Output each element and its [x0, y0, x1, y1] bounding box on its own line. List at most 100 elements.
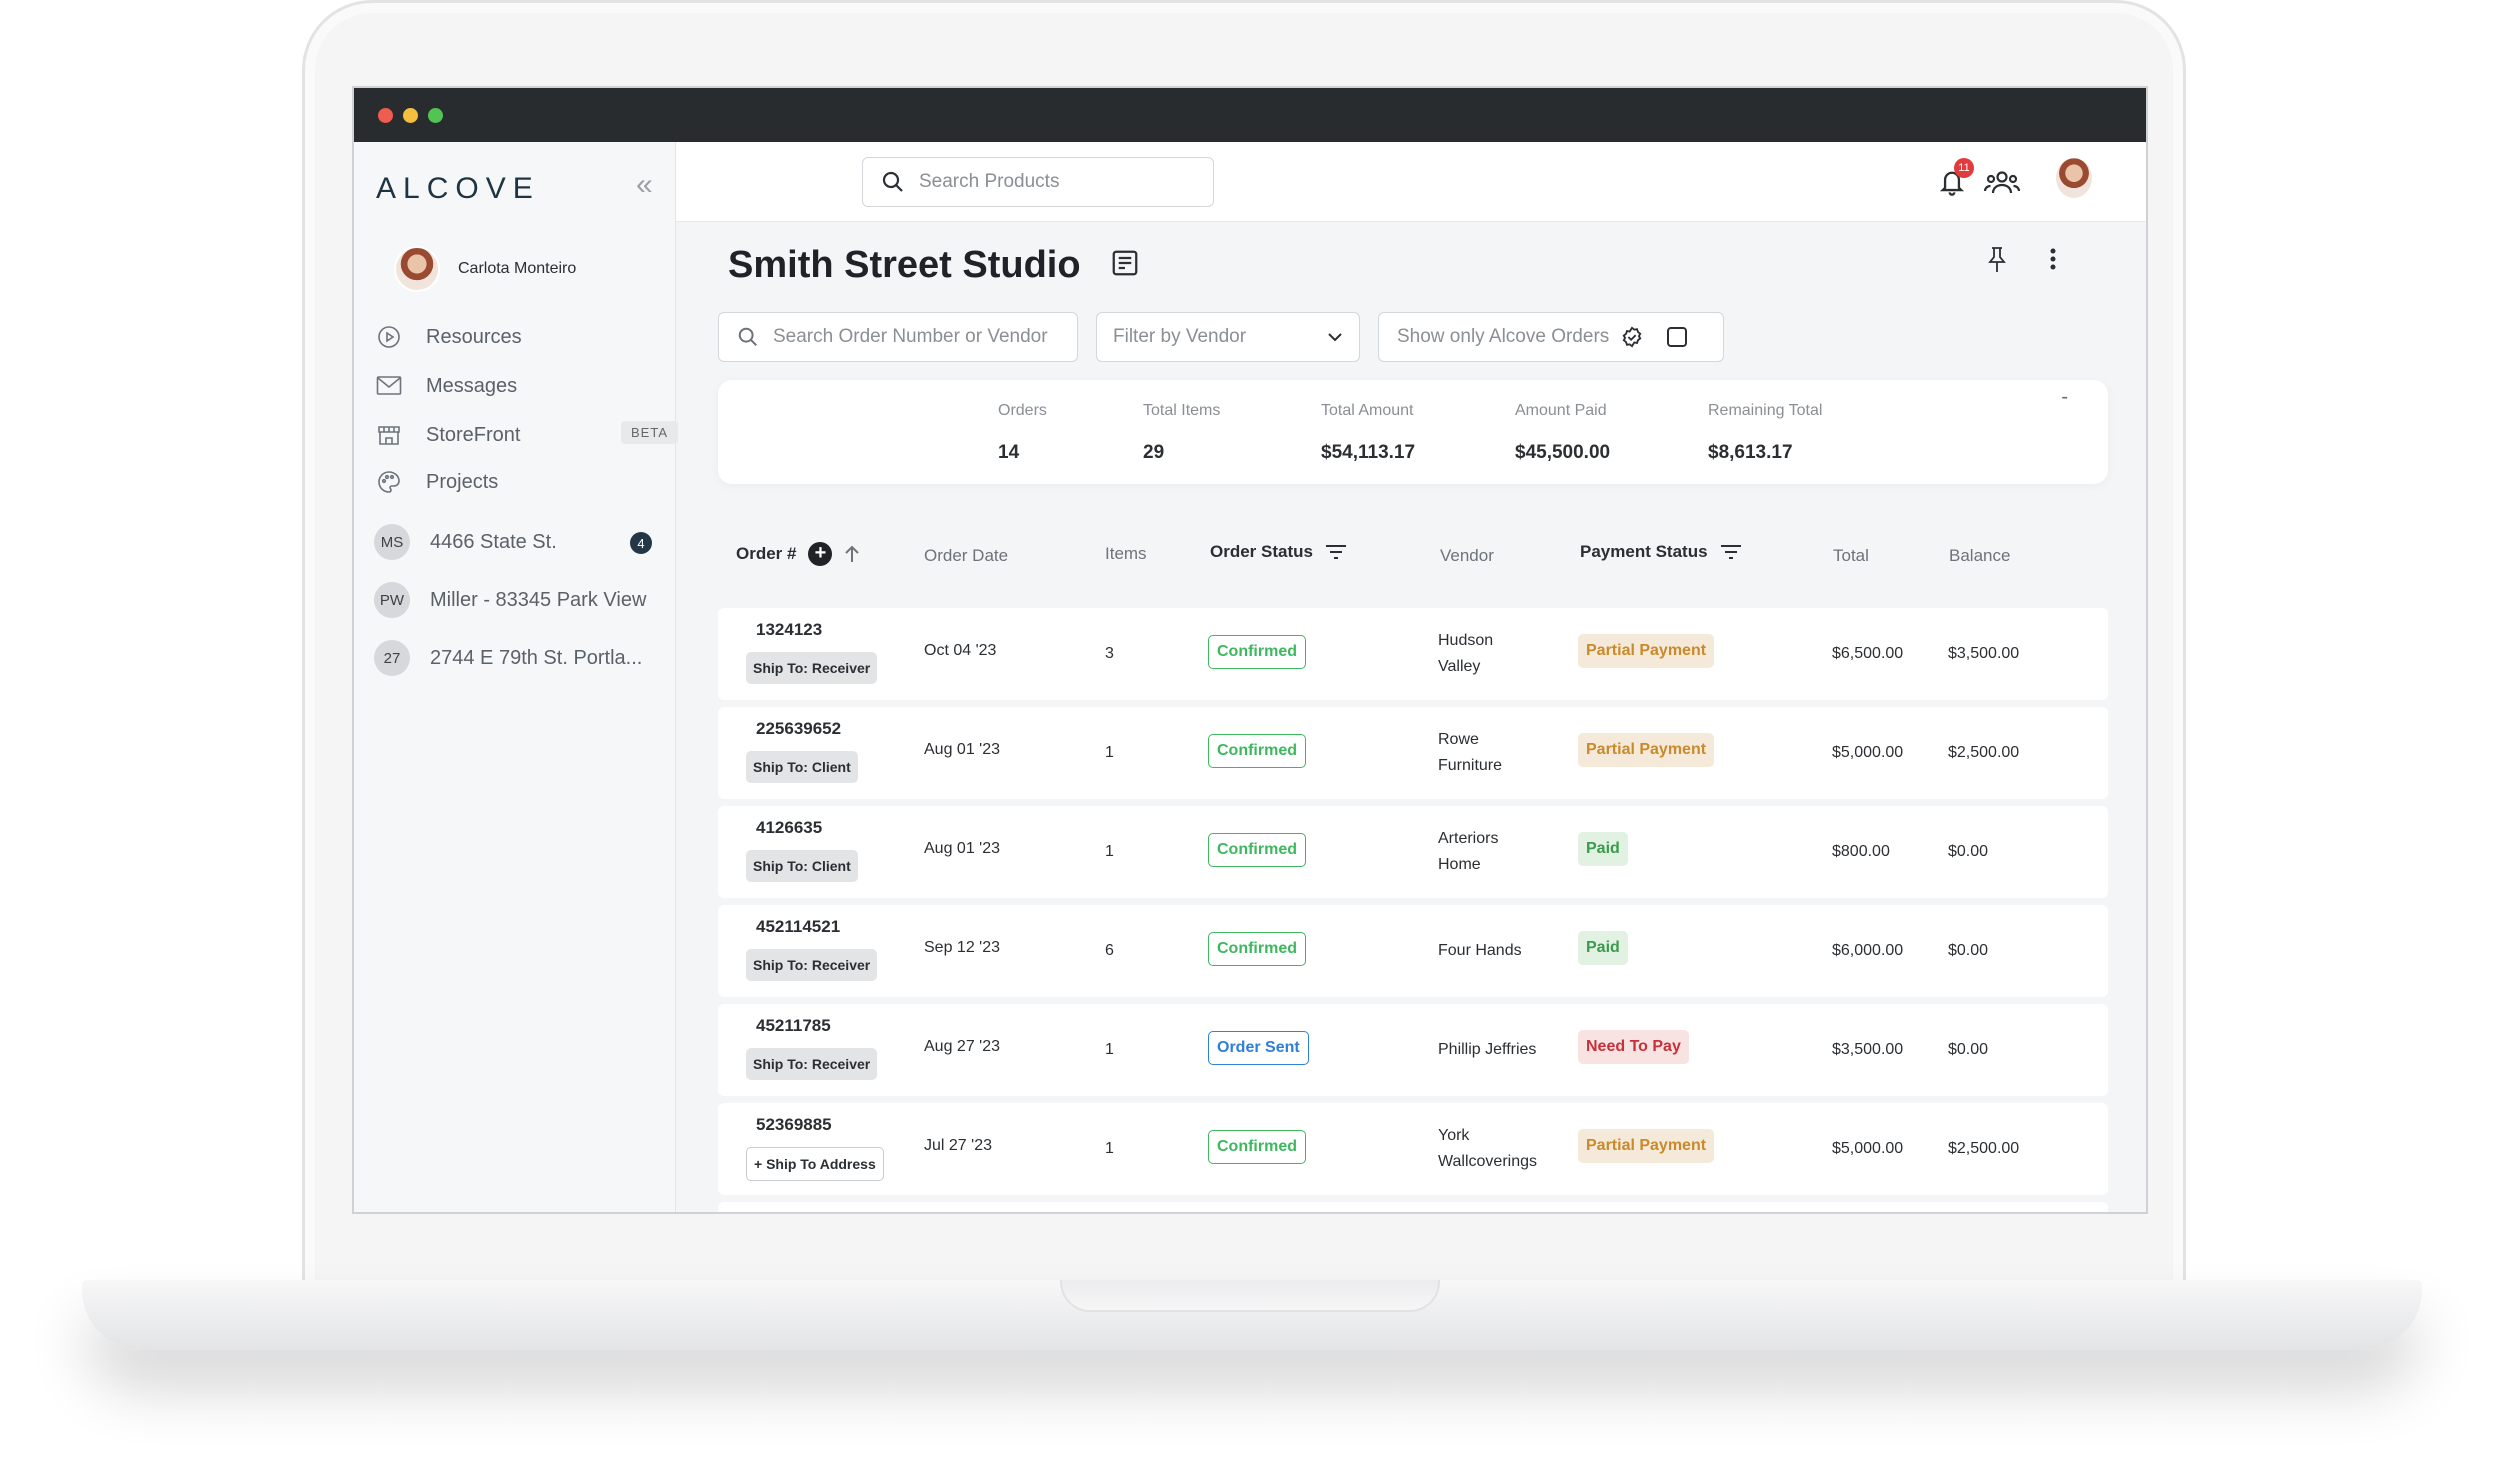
payment-status-badge: Paid — [1578, 931, 1628, 965]
project-count-badge: 4 — [630, 532, 652, 554]
order-status-badge: Confirmed — [1208, 932, 1306, 966]
order-date: Oct 04 '23 — [924, 642, 997, 659]
summary-amount-paid: Amount Paid $45,500.00 — [1515, 402, 1611, 463]
laptop-notch — [1060, 1280, 1440, 1312]
vendor-name: Rowe Furniture — [1438, 731, 1503, 774]
ship-to-tag[interactable]: Ship To: Client — [746, 850, 858, 882]
order-total: $5,000.00 — [1832, 1140, 1904, 1157]
sort-arrow-up-icon[interactable] — [844, 545, 860, 563]
order-search-input[interactable] — [773, 326, 1073, 348]
user-profile[interactable]: Carlota Monteiro — [394, 246, 576, 292]
sidebar-project-item[interactable]: PW Miller - 83345 Park View — [374, 582, 646, 618]
notes-icon[interactable] — [1110, 248, 1140, 283]
alcove-orders-toggle[interactable]: Show only Alcove Orders — [1378, 312, 1724, 362]
sidebar-item-resources[interactable]: Resources — [376, 324, 522, 350]
summary-remaining-total: Remaining Total $8,613.17 — [1708, 402, 1823, 463]
order-status-badge: Order Sent — [1208, 1031, 1309, 1065]
alcove-orders-checkbox[interactable] — [1667, 327, 1688, 347]
sidebar-item-messages[interactable]: Messages — [376, 373, 517, 399]
order-date: Aug 01 '23 — [924, 741, 1001, 758]
sidebar: ALCOVE « Carlota Monteiro Resources Mess… — [354, 142, 678, 1212]
vendor-name: York Wallcoverings — [1438, 1127, 1537, 1170]
vendor-name: Four Hands — [1438, 942, 1522, 959]
order-status-badge: Confirmed — [1208, 734, 1306, 768]
more-vertical-icon[interactable] — [2048, 246, 2058, 277]
order-number[interactable]: 45211785 — [756, 1016, 831, 1036]
project-initials: 27 — [374, 640, 410, 676]
order-number[interactable]: 1324123 — [756, 620, 822, 640]
storefront-icon — [376, 422, 402, 448]
table-row[interactable]: 4126635 Ship To: Client Aug 01 '23 1 Con… — [718, 806, 2108, 898]
sidebar-item-label: Resources — [426, 325, 522, 348]
sidebar-project-item[interactable]: MS 4466 State St. — [374, 524, 557, 560]
column-order-status[interactable]: Order Status — [1210, 542, 1347, 562]
user-name: Carlota Monteiro — [458, 260, 577, 277]
sidebar-item-projects[interactable]: Projects — [376, 469, 498, 495]
alcove-logo[interactable]: ALCOVE — [376, 172, 540, 206]
payment-status-badge: Partial Payment — [1578, 1129, 1715, 1163]
order-date: Aug 01 '23 — [924, 840, 1001, 857]
ship-to-tag[interactable]: Ship To: Receiver — [746, 1048, 878, 1080]
column-balance[interactable]: Balance — [1949, 546, 2010, 566]
order-total: $800.00 — [1832, 843, 1890, 860]
account-menu[interactable] — [2054, 156, 2094, 200]
product-search[interactable] — [862, 157, 1214, 207]
sidebar-item-storefront[interactable]: StoreFront BETA — [376, 421, 678, 448]
team-icon — [1984, 171, 2020, 194]
app-window: ALCOVE « Carlota Monteiro Resources Mess… — [352, 86, 2148, 1214]
close-window-dot[interactable] — [378, 107, 393, 123]
search-icon — [882, 171, 903, 192]
order-number[interactable]: 52369885 — [756, 1115, 832, 1135]
sidebar-project-item[interactable]: 27 2744 E 79th St. Portla... — [374, 640, 642, 676]
order-number[interactable]: 225639652 — [756, 719, 841, 739]
order-items: 1 — [1105, 843, 1114, 860]
order-items: 1 — [1105, 1140, 1114, 1157]
order-total: $6,500.00 — [1832, 645, 1904, 662]
column-payment-status[interactable]: Payment Status — [1580, 542, 1742, 562]
avatar — [394, 246, 440, 292]
ship-to-tag[interactable]: Ship To: Receiver — [746, 652, 878, 684]
ship-to-tag[interactable]: Ship To: Receiver — [746, 949, 878, 981]
table-row[interactable]: 452114521 Ship To: Receiver Sep 12 '23 6… — [718, 905, 2108, 997]
add-ship-address-button[interactable]: + Ship To Address — [746, 1147, 884, 1181]
ship-to-tag[interactable]: Ship To: Client — [746, 751, 858, 783]
filter-lines-icon[interactable] — [1325, 544, 1347, 560]
order-number[interactable]: 452114521 — [756, 917, 840, 937]
column-vendor[interactable]: Vendor — [1440, 546, 1494, 566]
collapse-summary-button[interactable]: - — [2061, 386, 2068, 409]
order-date: Sep 12 '23 — [924, 939, 1001, 956]
table-row[interactable]: 225639652 Ship To: Client Aug 01 '23 1 C… — [718, 707, 2108, 799]
order-search[interactable] — [718, 312, 1078, 362]
order-items: 6 — [1105, 942, 1114, 959]
order-items: 1 — [1105, 1041, 1114, 1058]
summary-orders: Orders 14 — [998, 402, 1047, 463]
table-row[interactable] — [718, 1202, 2108, 1212]
column-total[interactable]: Total — [1833, 546, 1869, 566]
filter-lines-icon[interactable] — [1720, 544, 1742, 560]
order-number[interactable]: 4126635 — [756, 818, 822, 838]
summary-total-amount: Total Amount $54,113.17 — [1321, 402, 1416, 463]
minimize-window-dot[interactable] — [403, 107, 418, 123]
table-row[interactable]: 45211785 Ship To: Receiver Aug 27 '23 1 … — [718, 1004, 2108, 1096]
notifications-button[interactable]: 11 — [1932, 158, 1974, 202]
column-order-date[interactable]: Order Date — [924, 546, 1008, 566]
order-status-badge: Confirmed — [1208, 1130, 1306, 1164]
order-date: Aug 27 '23 — [924, 1038, 1001, 1055]
avatar — [2054, 156, 2094, 200]
column-order-number[interactable]: Order # + — [736, 542, 860, 566]
vendor-filter-select[interactable]: Filter by Vendor — [1096, 312, 1360, 362]
product-search-input[interactable] — [919, 171, 1199, 193]
sidebar-item-label: Projects — [426, 470, 499, 493]
table-row[interactable]: 1324123 Ship To: Receiver Oct 04 '23 3 C… — [718, 608, 2108, 700]
vendor-filter-label: Filter by Vendor — [1113, 326, 1247, 347]
alcove-toggle-label: Show only Alcove Orders — [1397, 326, 1610, 347]
play-circle-icon — [376, 324, 402, 350]
maximize-window-dot[interactable] — [428, 107, 443, 123]
pin-icon[interactable] — [1986, 246, 2008, 279]
collapse-sidebar-icon[interactable]: « — [636, 168, 653, 202]
team-button[interactable] — [1982, 162, 2022, 202]
column-items[interactable]: Items — [1105, 544, 1147, 564]
add-order-icon[interactable]: + — [808, 542, 833, 566]
order-total: $3,500.00 — [1832, 1041, 1904, 1058]
table-row[interactable]: 52369885 + Ship To Address Jul 27 '23 1 … — [718, 1103, 2108, 1195]
